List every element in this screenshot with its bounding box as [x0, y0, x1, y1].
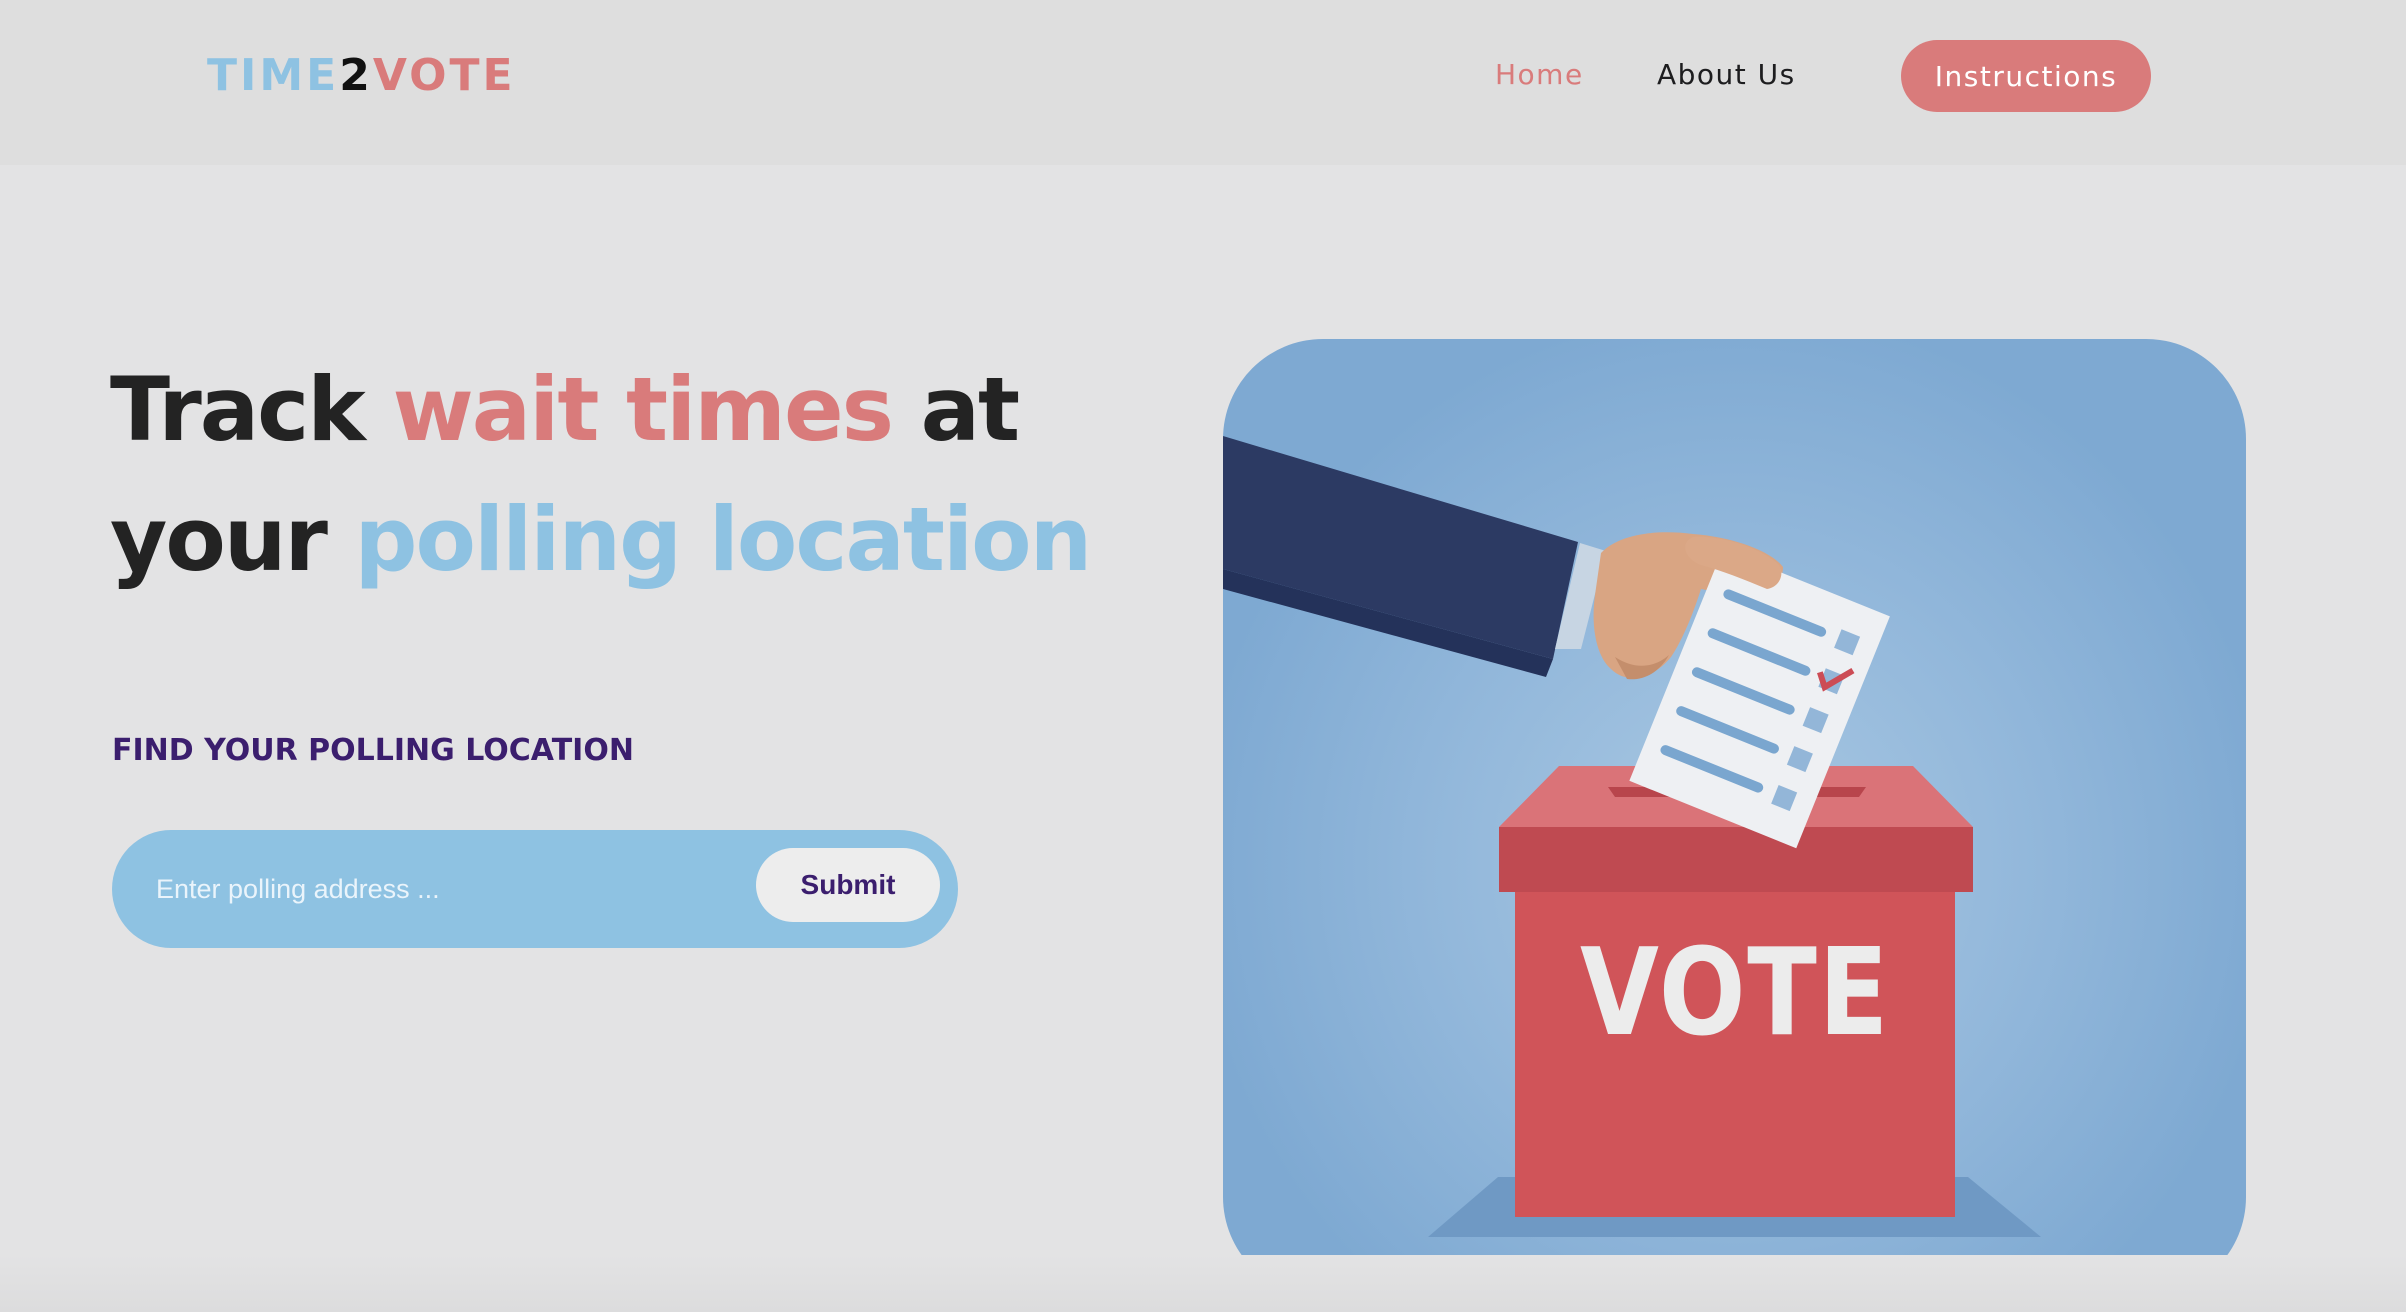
ballot-box-vote-label: VOTE: [1580, 924, 1890, 1063]
hero-title: Track wait times at your polling locatio…: [110, 345, 1130, 605]
polling-address-input[interactable]: [156, 866, 776, 912]
nav-link-about-us[interactable]: About Us: [1657, 55, 1796, 95]
site-logo[interactable]: TIME2VOTE: [207, 48, 516, 104]
hero-title-highlight-wait-times: wait times: [392, 358, 894, 461]
instructions-button[interactable]: Instructions: [1901, 40, 2151, 112]
hero-title-highlight-polling-location: polling location: [354, 488, 1093, 591]
hero-title-part-1: Track: [110, 358, 393, 461]
find-location-subtitle: FIND YOUR POLLING LOCATION: [112, 733, 634, 768]
logo-part-vote: VOTE: [372, 50, 516, 101]
nav-link-home[interactable]: Home: [1495, 55, 1584, 95]
submit-button[interactable]: Submit: [756, 848, 940, 922]
page-bottom-shade: [0, 1255, 2406, 1312]
logo-part-time: TIME: [207, 50, 340, 101]
top-navbar: TIME2VOTE Home About Us Instructions: [0, 0, 2406, 165]
ballot-box-illustration: VOTE: [1223, 339, 2246, 1297]
hand-casting-ballot-illustration-icon: [1223, 436, 2041, 1237]
logo-part-2: 2: [339, 50, 373, 101]
address-search-bar: Submit: [112, 830, 958, 948]
